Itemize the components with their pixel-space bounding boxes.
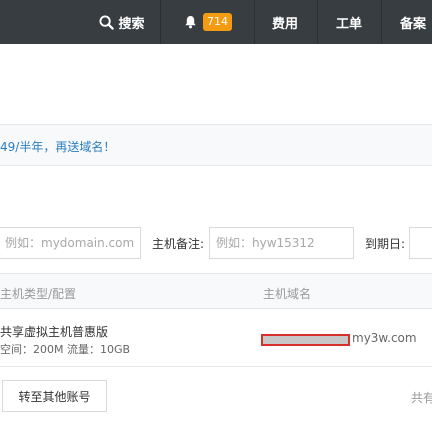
fee-menu-item[interactable]: 费用	[257, 0, 313, 44]
topbar-divider	[317, 0, 318, 44]
remark-search-input[interactable]	[210, 228, 353, 258]
search-icon	[99, 14, 115, 30]
remark-search-field[interactable]	[209, 227, 354, 259]
total-count-text: 共有	[411, 391, 432, 405]
expire-date-input[interactable]	[410, 228, 432, 258]
bell-icon	[185, 15, 196, 29]
topbar-divider	[160, 0, 161, 44]
search-button[interactable]: 搜索	[86, 0, 158, 44]
remark-label: 主机备注:	[152, 237, 205, 251]
top-navigation-bar: 搜索 714 费用 工单 备案	[0, 0, 432, 44]
table-header: 主机类型/配置 主机域名	[0, 273, 432, 309]
expire-date-label: 到期日:	[365, 237, 406, 251]
host-type-name: 共享虚拟主机普惠版	[0, 325, 109, 339]
promo-banner: 49/半年，再送域名！	[0, 124, 432, 166]
search-label: 搜索	[118, 16, 145, 32]
column-header-host-domain: 主机域名	[263, 287, 312, 301]
domain-search-field[interactable]	[0, 227, 141, 259]
column-header-host-type: 主机类型/配置	[0, 287, 77, 301]
topbar-divider	[381, 0, 382, 44]
notifications-button[interactable]: 714	[164, 0, 252, 44]
redacted-domain-block	[261, 334, 350, 346]
switch-account-button[interactable]: 转至其他账号	[2, 380, 107, 412]
record-menu-item[interactable]: 备案	[384, 0, 432, 44]
notification-count-badge: 714	[203, 13, 232, 31]
domain-search-input[interactable]	[0, 228, 140, 258]
ticket-menu-item[interactable]: 工单	[320, 0, 378, 44]
table-row[interactable]: 共享虚拟主机普惠版 空间：200M 流量：10GB my3w.com	[0, 309, 432, 367]
host-domain: my3w.com	[352, 331, 417, 345]
topbar-divider	[254, 0, 255, 44]
expire-date-field[interactable]	[409, 227, 432, 259]
host-type-spec: 空间：200M 流量：10GB	[0, 343, 131, 356]
promo-link[interactable]: 49/半年，再送域名！	[0, 138, 115, 155]
